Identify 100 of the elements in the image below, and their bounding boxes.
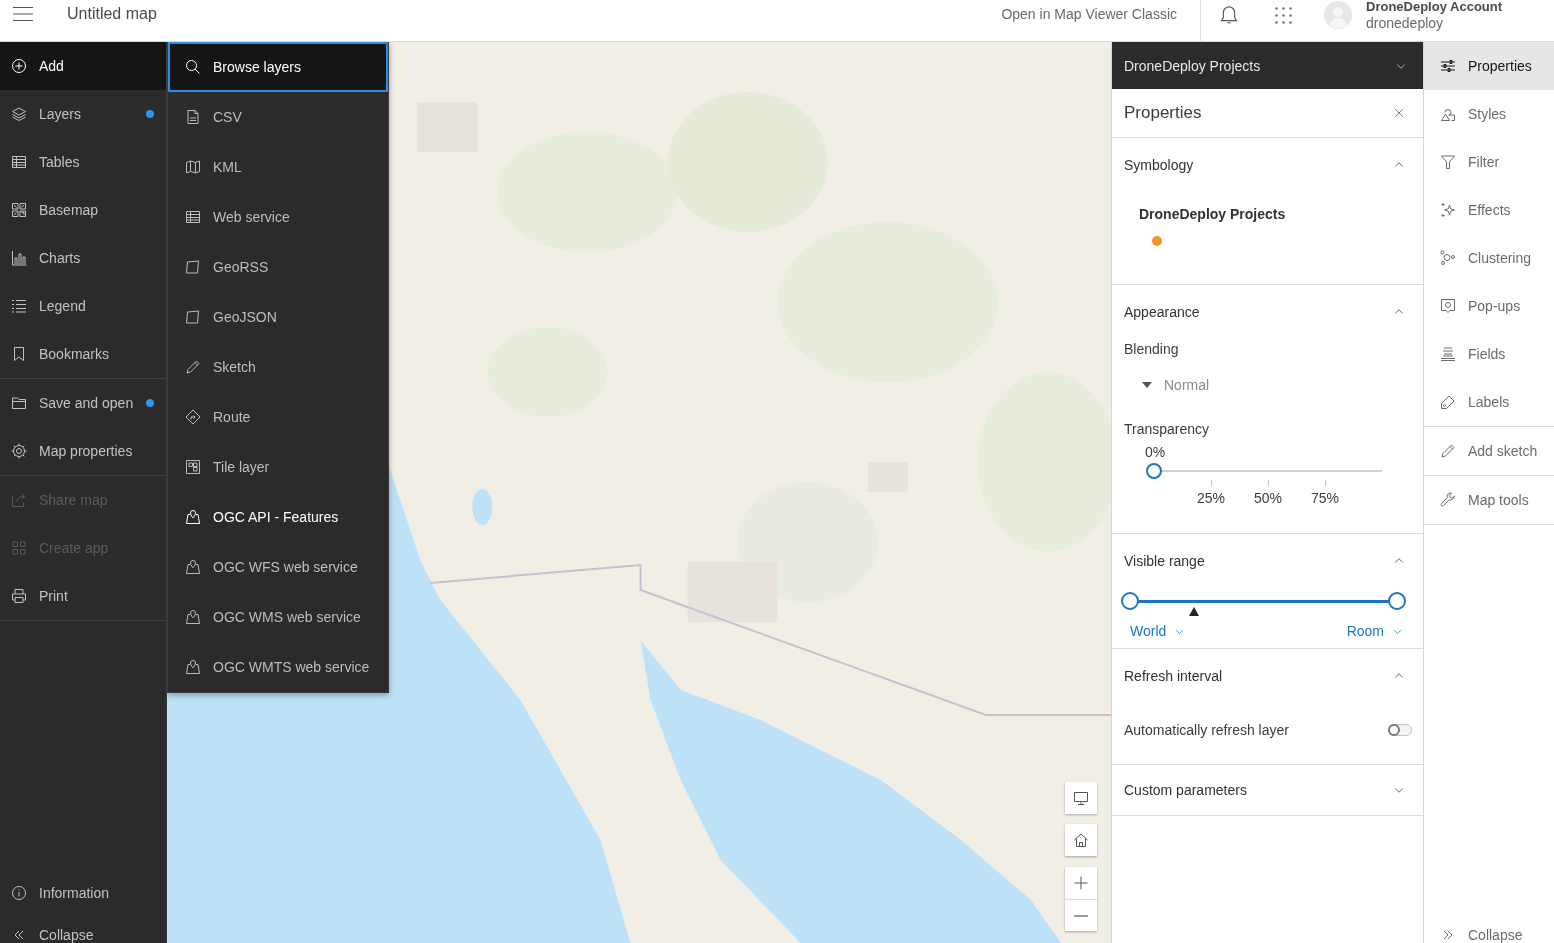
toolbar-item[interactable]: Filter <box>1424 138 1554 186</box>
toolbar-item[interactable]: Map tools <box>1424 476 1554 524</box>
toolbar-item[interactable]: Properties <box>1424 42 1554 90</box>
blending-dropdown[interactable]: Normal <box>1124 371 1216 399</box>
slider-thumb[interactable] <box>1388 592 1406 610</box>
toolbar-item[interactable]: Labels <box>1424 378 1554 426</box>
menu-item[interactable]: CSV <box>168 92 388 142</box>
home-icon <box>1073 832 1089 848</box>
caret-down-icon <box>1142 382 1152 388</box>
shapes-icon <box>1440 106 1456 122</box>
apps-icon <box>11 540 27 556</box>
menu-item[interactable]: OGC API - Features <box>168 492 388 542</box>
map-pin-icon <box>185 509 201 525</box>
classic-viewer-link[interactable]: Open in Map Viewer Classic <box>1001 6 1177 22</box>
menu-item[interactable]: Sketch <box>168 342 388 392</box>
pencil-icon <box>185 359 201 375</box>
toolbar-item[interactable]: Bookmarks <box>0 330 166 378</box>
slider-thumb[interactable] <box>1121 592 1139 610</box>
toolbar-item[interactable]: Information <box>0 869 166 917</box>
scale-dropdown[interactable]: World <box>1130 622 1186 640</box>
slider-value: 0% <box>1145 443 1166 461</box>
toolbar-item[interactable]: Print <box>0 572 166 620</box>
field-label: Transparency <box>1124 420 1210 439</box>
map-pin-icon <box>185 559 201 575</box>
cluster-icon <box>1440 250 1456 266</box>
apps-grid-icon[interactable] <box>1275 6 1292 24</box>
close-icon[interactable] <box>1393 107 1405 119</box>
menu-item[interactable]: Tile layer <box>168 442 388 492</box>
toolbar-item[interactable]: Effects <box>1424 186 1554 234</box>
tick-label: 75% <box>1311 489 1339 507</box>
file-icon <box>185 109 201 125</box>
map-title: Untitled map <box>67 5 157 23</box>
toolbar-item[interactable]: Add <box>0 42 166 90</box>
visible-range-slider[interactable] <box>1121 592 1406 618</box>
map-pin-icon <box>185 659 201 675</box>
menu-item[interactable]: Route <box>168 392 388 442</box>
bell-icon[interactable] <box>1219 5 1239 25</box>
fullscreen-button[interactable] <box>1065 782 1097 814</box>
toggle-switch[interactable] <box>1388 724 1412 736</box>
home-button[interactable] <box>1065 824 1097 856</box>
minus-icon <box>1074 914 1088 917</box>
toolbar-item[interactable]: Styles <box>1424 90 1554 138</box>
list-icon <box>11 298 27 314</box>
slider-thumb[interactable] <box>1146 463 1162 479</box>
search-icon <box>185 59 201 75</box>
layers-icon <box>11 106 27 122</box>
toolbar-item[interactable]: Charts <box>0 234 166 282</box>
table-icon <box>185 209 201 225</box>
toolbar-item[interactable]: Collapse <box>0 917 166 943</box>
tiles-icon <box>185 459 201 475</box>
section-header[interactable]: Symbology <box>1112 138 1423 192</box>
table-icon <box>11 154 27 170</box>
layer-dropdown[interactable]: DroneDeploy Projects <box>1112 42 1423 89</box>
popup-icon <box>1440 298 1456 314</box>
route-icon <box>185 409 201 425</box>
menu-icon[interactable] <box>13 7 33 21</box>
toolbar-item[interactable]: Legend <box>0 282 166 330</box>
section-header[interactable]: Custom parameters <box>1112 765 1423 815</box>
add-icon <box>11 58 27 74</box>
layer-name: DroneDeploy Projects <box>1139 205 1286 224</box>
print-icon <box>11 588 27 604</box>
menu-item[interactable]: Web service <box>168 192 388 242</box>
toolbar-item[interactable]: Collapse <box>1424 917 1554 943</box>
option-label: Automatically refresh layer <box>1124 722 1289 738</box>
toolbar-item[interactable]: Basemap <box>0 186 166 234</box>
toolbar-item[interactable]: Layers <box>0 90 166 138</box>
section-header[interactable]: Visible range <box>1112 534 1423 588</box>
basemap-icon <box>11 202 27 218</box>
tick-label: 25% <box>1197 489 1225 507</box>
toolbar-item[interactable]: Map properties <box>0 427 166 475</box>
map-outline-icon <box>185 309 201 325</box>
toolbar-item[interactable]: Fields <box>1424 330 1554 378</box>
bookmark-icon <box>11 346 27 362</box>
wrench-icon <box>1440 492 1456 508</box>
menu-item[interactable]: KML <box>168 142 388 192</box>
scale-dropdown[interactable]: Room <box>1346 622 1403 640</box>
section-header[interactable]: Refresh interval <box>1112 649 1423 703</box>
menu-item[interactable]: Browse layers <box>168 42 388 92</box>
monitor-icon <box>1073 790 1089 806</box>
toolbar-item[interactable]: Save and open <box>0 379 166 427</box>
menu-item[interactable]: GeoJSON <box>168 292 388 342</box>
map-outline-icon <box>185 259 201 275</box>
menu-item[interactable]: OGC WMS web service <box>168 592 388 642</box>
lines-icon <box>1440 346 1456 362</box>
sparkle-icon <box>1440 202 1456 218</box>
menu-item[interactable]: OGC WMTS web service <box>168 642 388 692</box>
toolbar-item[interactable]: Pop-ups <box>1424 282 1554 330</box>
menu-item[interactable]: GeoRSS <box>168 242 388 292</box>
section-header[interactable]: Appearance <box>1112 285 1423 339</box>
toolbar-item[interactable]: Tables <box>0 138 166 186</box>
folder-icon <box>11 395 27 411</box>
bar-chart-icon <box>11 250 27 266</box>
zoom-out-button[interactable] <box>1065 899 1097 931</box>
account-username: dronedeploy <box>1366 14 1445 31</box>
share-icon <box>11 492 27 508</box>
info-icon <box>11 885 27 901</box>
menu-item[interactable]: OGC WFS web service <box>168 542 388 592</box>
pencil-icon <box>1440 443 1456 459</box>
toolbar-item[interactable]: Add sketch <box>1424 427 1554 475</box>
toolbar-item[interactable]: Clustering <box>1424 234 1554 282</box>
